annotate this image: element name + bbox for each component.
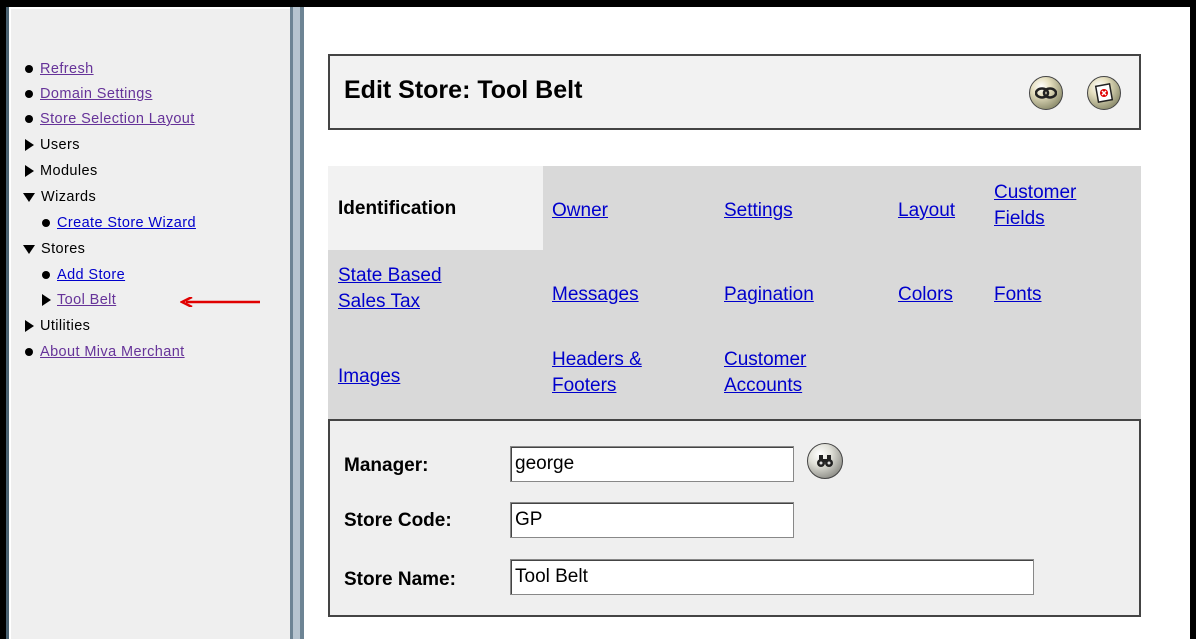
window-right-border (1190, 7, 1196, 639)
expand-arrow-icon[interactable] (25, 320, 34, 332)
tab-settings[interactable]: Settings (724, 198, 793, 224)
nav-link-refresh[interactable]: Refresh (40, 61, 94, 77)
nav-label-users: Users (40, 137, 80, 153)
nav-link-domain-settings[interactable]: Domain Settings (40, 86, 152, 102)
link-icon (1035, 87, 1057, 99)
nav-item-store-selection-layout[interactable]: Store Selection Layout (25, 111, 195, 127)
nav-label-stores: Stores (41, 241, 86, 257)
nav-link-tool-belt[interactable]: Tool Belt (57, 292, 116, 308)
bullet-icon (25, 115, 33, 123)
nav-item-add-store[interactable]: Add Store (42, 267, 125, 283)
identification-form: Manager: Store Code: Store Name: (328, 419, 1141, 617)
tab-headers-footers[interactable]: Headers & Footers (552, 347, 642, 399)
nav-link-create-store-wizard[interactable]: Create Store Wizard (57, 215, 196, 231)
tab-customer-accounts[interactable]: Customer Accounts (724, 347, 806, 399)
frame-splitter[interactable] (290, 7, 304, 639)
store-name-label: Store Name: (344, 569, 456, 590)
tab-images[interactable]: Images (338, 364, 400, 390)
tab-state-based-sales-tax[interactable]: State Based Sales Tax (338, 263, 442, 315)
store-name-field[interactable] (510, 559, 1034, 595)
nav-label-modules: Modules (40, 163, 98, 179)
bullet-icon (42, 271, 50, 279)
nav-item-refresh[interactable]: Refresh (25, 61, 94, 77)
nav-label-utilities: Utilities (40, 318, 91, 334)
collapse-arrow-icon[interactable] (23, 192, 35, 202)
expand-arrow-icon[interactable] (25, 139, 34, 151)
nav-item-utilities[interactable]: Utilities (25, 318, 90, 334)
nav-item-wizards[interactable]: Wizards (23, 189, 96, 205)
close-document-icon (1094, 83, 1114, 103)
tab-identification[interactable]: Identification (328, 166, 543, 250)
nav-item-modules[interactable]: Modules (25, 163, 98, 179)
link-button[interactable] (1029, 76, 1063, 110)
nav-label-wizards: Wizards (41, 189, 97, 205)
store-code-field[interactable] (510, 502, 794, 538)
expand-arrow-icon[interactable] (42, 294, 51, 306)
manager-label: Manager: (344, 455, 429, 476)
tab-owner[interactable]: Owner (552, 198, 608, 224)
tab-colors[interactable]: Colors (898, 282, 953, 308)
nav-link-add-store[interactable]: Add Store (57, 267, 125, 283)
nav-link-store-selection-layout[interactable]: Store Selection Layout (40, 111, 195, 127)
page-header: Edit Store: Tool Belt (328, 54, 1141, 130)
bullet-icon (25, 348, 33, 356)
tab-customer-fields[interactable]: Customer Fields (994, 180, 1076, 232)
bullet-icon (42, 219, 50, 227)
nav-item-about-miva-merchant[interactable]: About Miva Merchant (25, 344, 185, 360)
nav-item-domain-settings[interactable]: Domain Settings (25, 86, 152, 102)
nav-item-tool-belt[interactable]: Tool Belt (42, 292, 116, 308)
tab-layout[interactable]: Layout (898, 198, 955, 224)
collapse-arrow-icon[interactable] (23, 244, 35, 254)
manager-field[interactable] (510, 446, 794, 482)
tab-strip: Identification Owner Settings Layout Cus… (328, 166, 1141, 419)
store-code-label: Store Code: (344, 510, 452, 531)
tab-identification-label: Identification (338, 198, 457, 219)
nav-link-about-miva-merchant[interactable]: About Miva Merchant (40, 344, 185, 360)
close-document-button[interactable] (1087, 76, 1121, 110)
page-title: Edit Store: Tool Belt (344, 76, 583, 104)
tab-messages[interactable]: Messages (552, 282, 639, 308)
tab-pagination[interactable]: Pagination (724, 282, 814, 308)
nav-item-users[interactable]: Users (25, 137, 80, 153)
window-top-border (0, 0, 1196, 7)
binoculars-icon (817, 455, 833, 467)
annotation-arrow-icon (180, 297, 260, 307)
nav-item-stores[interactable]: Stores (23, 241, 85, 257)
nav-item-create-store-wizard[interactable]: Create Store Wizard (42, 215, 196, 231)
bullet-icon (25, 65, 33, 73)
manager-lookup-button[interactable] (807, 443, 843, 479)
tab-fonts[interactable]: Fonts (994, 282, 1042, 308)
bullet-icon (25, 90, 33, 98)
expand-arrow-icon[interactable] (25, 165, 34, 177)
navigation-panel: Refresh Domain Settings Store Selection … (9, 7, 290, 639)
